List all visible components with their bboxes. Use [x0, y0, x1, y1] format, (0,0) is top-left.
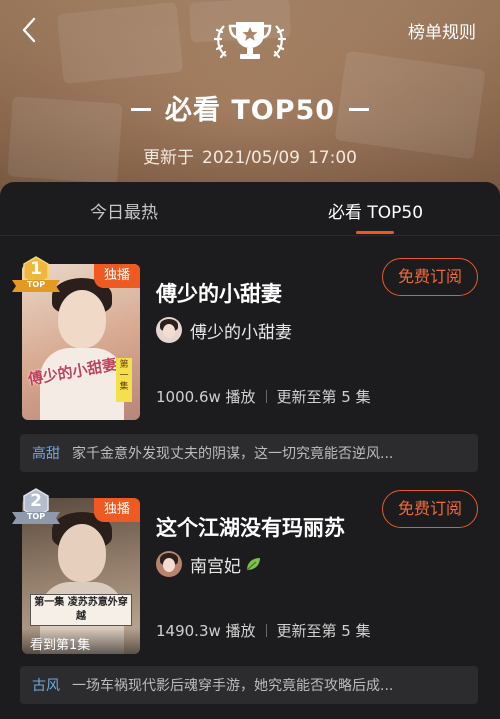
- drama-title[interactable]: 傅少的小甜妻: [156, 278, 282, 308]
- rank-ribbon: TOP: [26, 512, 46, 521]
- poster-caption: 第一集 凌苏苏意外穿越: [30, 594, 132, 626]
- avatar: [156, 317, 182, 343]
- updated-date: 2021/05/09: [202, 148, 300, 168]
- poster-figure-face: [58, 524, 106, 582]
- drama-stats: 1000.6w 播放 更新至第 5 集: [156, 386, 371, 407]
- tab-today-hot[interactable]: 今日最热: [90, 198, 158, 223]
- title-dash-left: [130, 108, 151, 111]
- drama-stats: 1490.3w 播放 更新至第 5 集: [156, 620, 371, 641]
- leaf-icon: [246, 558, 260, 571]
- back-button[interactable]: [18, 16, 42, 44]
- stats-divider: [265, 624, 267, 637]
- play-count: 1000.6w 播放: [156, 388, 256, 406]
- genre-tag: 古风: [32, 678, 60, 694]
- synopsis-text: 一场车祸现代影后魂穿手游，她究竟能否攻略后成...: [72, 678, 394, 694]
- title-dash-right: [349, 108, 370, 111]
- rank-badge: 2 TOP: [12, 488, 60, 528]
- play-count: 1490.3w 播放: [156, 622, 256, 640]
- tab-top50[interactable]: 必看 TOP50: [328, 198, 423, 223]
- avatar: [156, 551, 182, 577]
- exclusive-badge: 独播: [94, 498, 140, 522]
- author-name: 傅少的小甜妻: [190, 322, 292, 343]
- episode-update: 更新至第 5 集: [276, 622, 371, 640]
- ranking-rules-link[interactable]: 榜单规则: [408, 18, 476, 43]
- subscribe-button[interactable]: 免费订阅: [382, 258, 478, 296]
- poster-episode-label: 第一集: [116, 358, 132, 402]
- update-timestamp: 更新于 2021/05/09 17:00: [0, 143, 500, 168]
- author-info[interactable]: 傅少的小甜妻: [156, 316, 292, 344]
- list-item[interactable]: 第一集 凌苏苏意外穿越 看到第1集 独播 2 TOP 这个江湖没有玛丽苏 免费订…: [0, 488, 500, 719]
- stats-divider: [265, 390, 267, 403]
- watch-progress-label: 看到第1集: [22, 628, 140, 654]
- author-info[interactable]: 南宫妃: [156, 550, 262, 578]
- trophy-icon: [213, 22, 287, 59]
- list-item[interactable]: 傅少的小甜妻 第一集 独播 1 TOP 傅少的小甜妻 免费订阅 傅少的小甜妻 1…: [0, 256, 500, 498]
- page-title-text: 必看 TOP50: [164, 95, 336, 126]
- updated-label: 更新于: [143, 148, 194, 168]
- avatar-face: [163, 324, 175, 338]
- synopsis-text: 家千金意外发现丈夫的阴谋，这一切究竟能否逆风...: [72, 446, 394, 462]
- synopsis-bar[interactable]: 高甜 家千金意外发现丈夫的阴谋，这一切究竟能否逆风...: [20, 434, 478, 472]
- author-name: 南宫妃: [190, 556, 241, 577]
- updated-time: 17:00: [307, 148, 357, 168]
- back-arrow-icon: [22, 17, 36, 43]
- genre-tag: 高甜: [32, 446, 60, 462]
- avatar-face: [163, 558, 175, 572]
- page-title: 必看 TOP50: [0, 88, 500, 127]
- tab-bar: 今日最热 必看 TOP50: [0, 182, 500, 236]
- exclusive-badge: 独播: [94, 264, 140, 288]
- active-tab-indicator: [356, 231, 394, 234]
- episode-update: 更新至第 5 集: [276, 388, 371, 406]
- rank-badge: 1 TOP: [12, 256, 60, 296]
- ranking-list-panel: 今日最热 必看 TOP50 傅少的小甜妻 第一集 独播 1 TOP 傅少的小甜妻…: [0, 182, 500, 719]
- poster-figure-face: [58, 290, 106, 348]
- rank-ribbon: TOP: [26, 280, 46, 289]
- subscribe-button[interactable]: 免费订阅: [382, 490, 478, 528]
- synopsis-bar[interactable]: 古风 一场车祸现代影后魂穿手游，她究竟能否攻略后成...: [20, 666, 478, 704]
- drama-title[interactable]: 这个江湖没有玛丽苏: [156, 512, 345, 542]
